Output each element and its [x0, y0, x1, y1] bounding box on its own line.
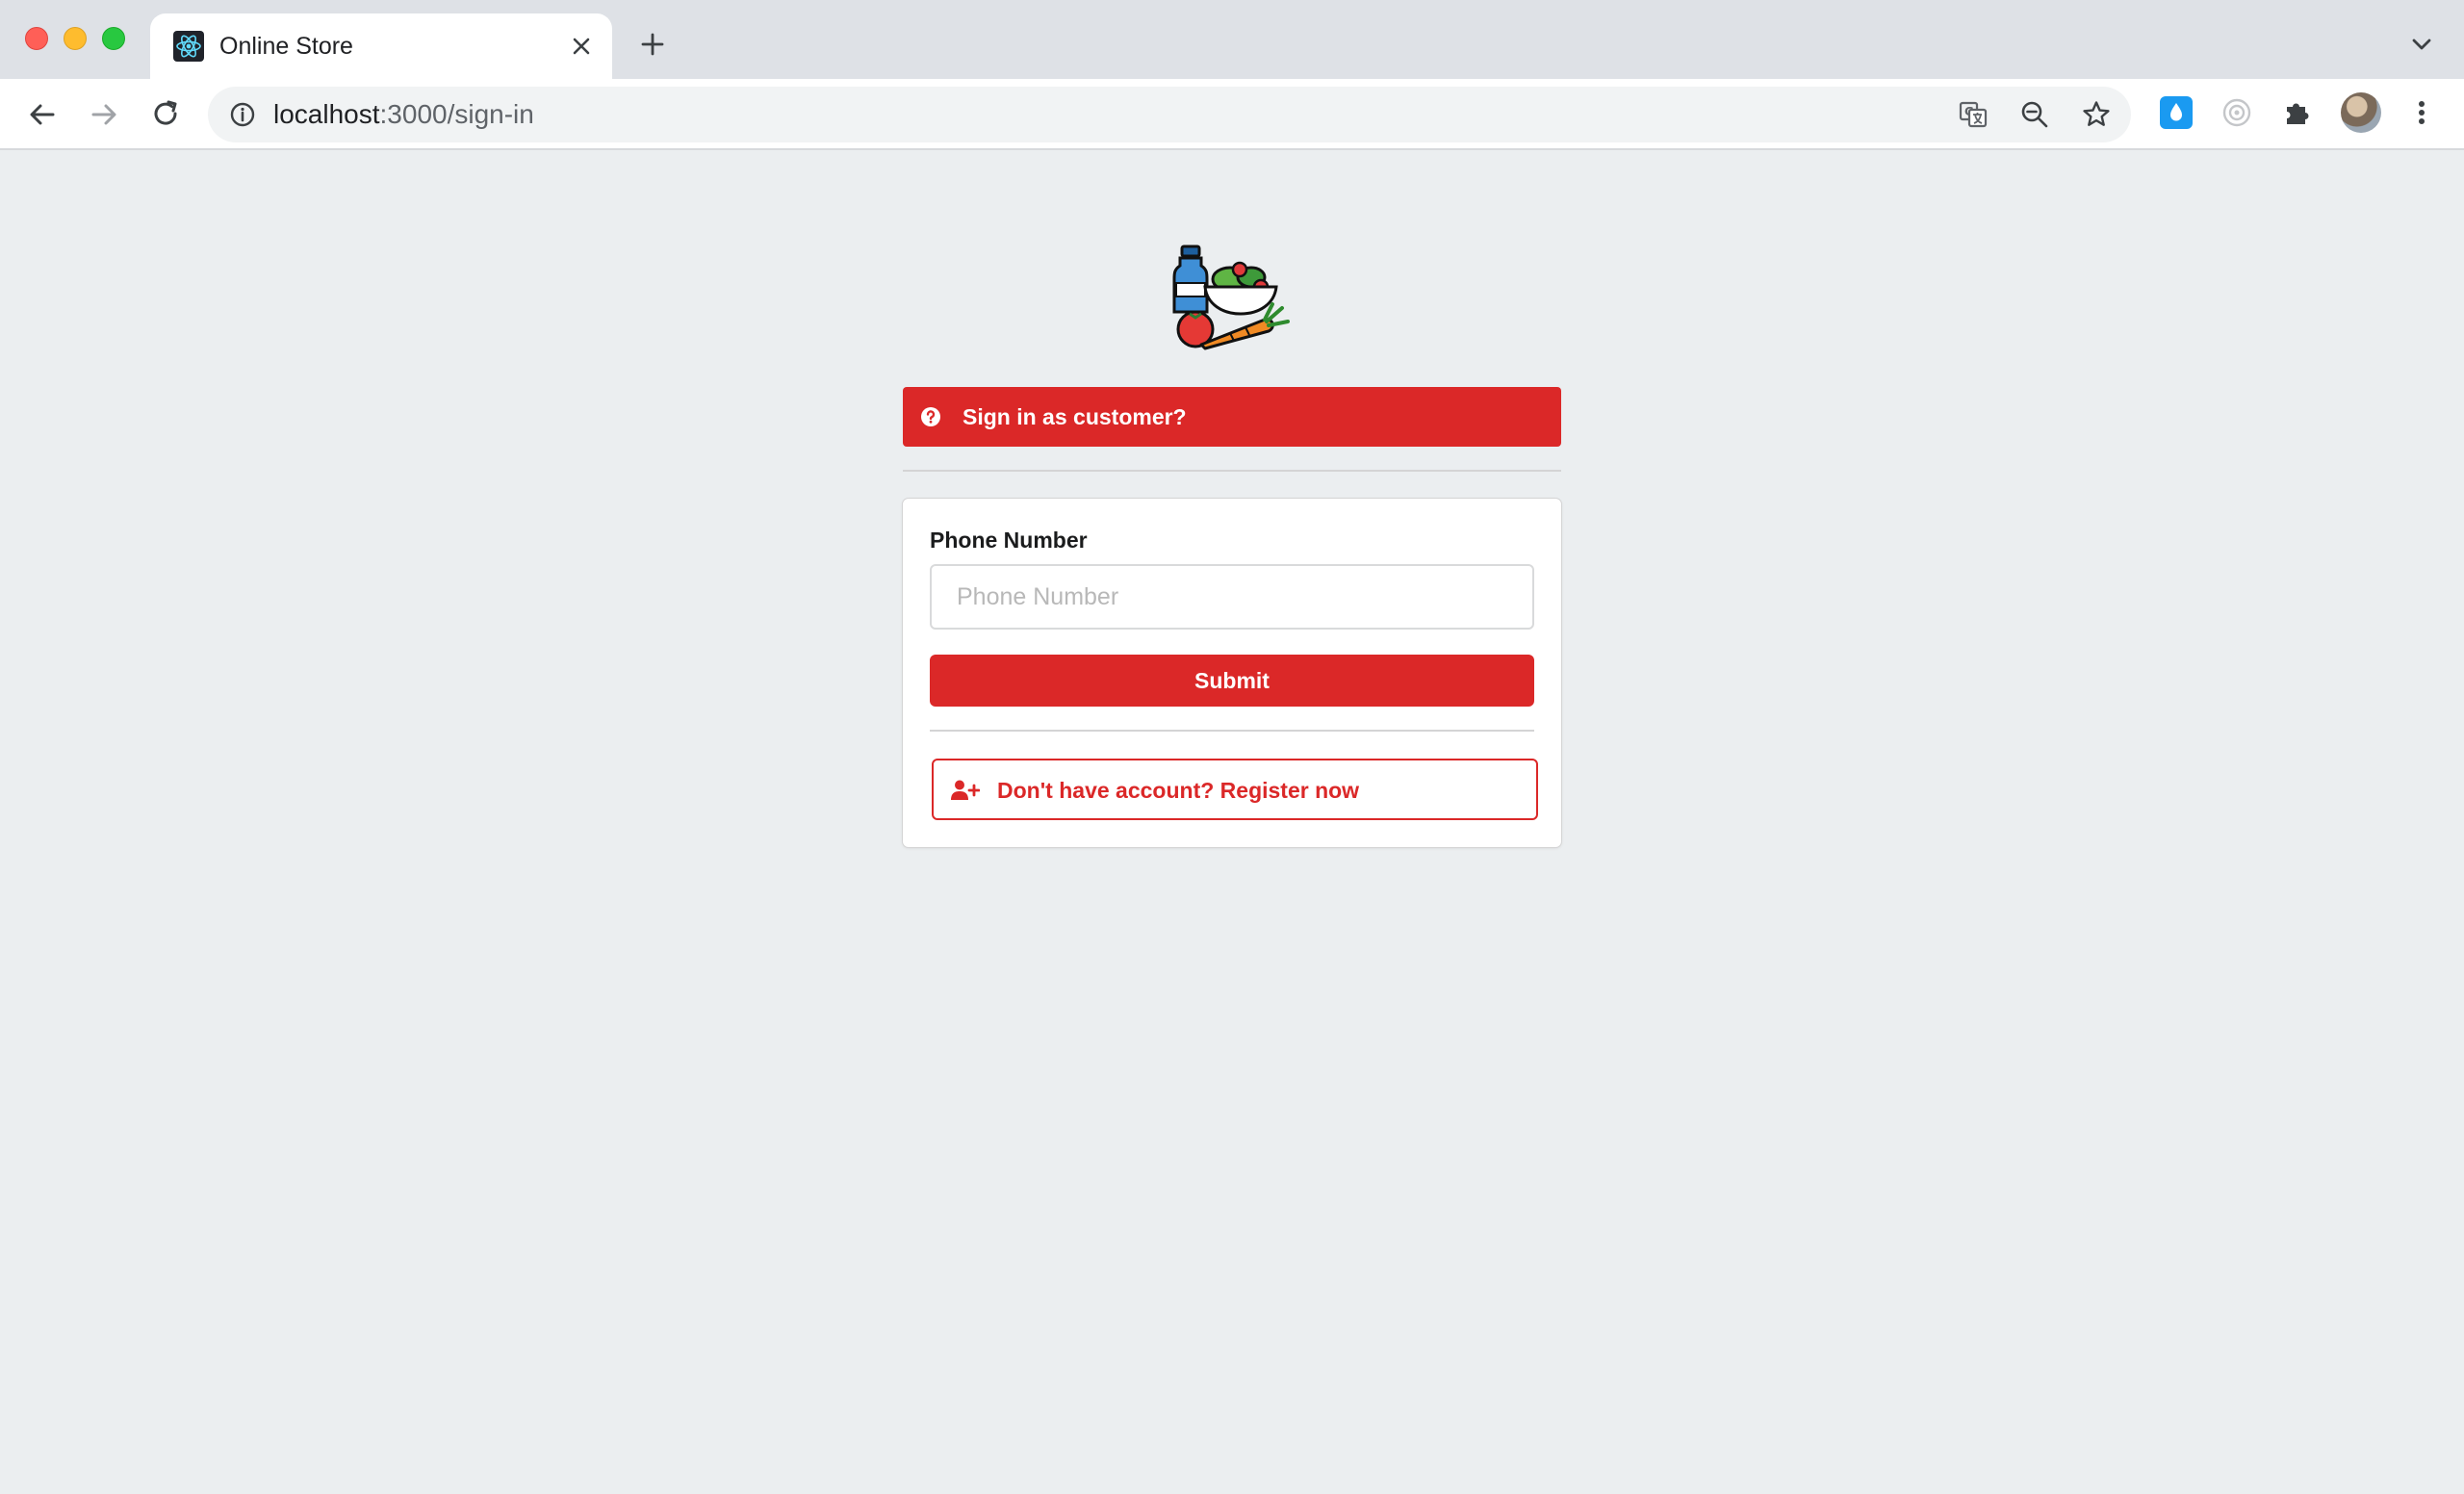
reload-icon[interactable]	[148, 97, 183, 132]
water-drop-icon[interactable]	[2160, 96, 2193, 129]
zoom-out-icon[interactable]	[2019, 99, 2050, 130]
register-now-button[interactable]: Don't have account? Register now	[932, 759, 1538, 820]
divider	[903, 470, 1561, 472]
grocery-logo	[1172, 245, 1290, 350]
phone-number-input[interactable]	[930, 564, 1534, 630]
translate-icon[interactable]: G	[1958, 99, 1989, 130]
user-plus-icon	[951, 780, 981, 801]
divider	[930, 730, 1534, 732]
window-zoom-button[interactable]	[102, 27, 125, 50]
address-bar[interactable]: localhost:3000/sign-in G	[208, 87, 2131, 142]
avatar[interactable]	[2341, 92, 2381, 133]
target-icon[interactable]	[2220, 96, 2253, 129]
question-circle-icon	[920, 406, 941, 427]
more-vertical-icon[interactable]	[2406, 96, 2437, 129]
arrow-right-icon[interactable]	[87, 97, 121, 132]
url-host: localhost	[273, 99, 380, 129]
window-minimize-button[interactable]	[64, 27, 87, 50]
tab-title: Online Store	[219, 33, 353, 60]
submit-button[interactable]: Submit	[930, 655, 1534, 707]
sign-in-as-customer-banner[interactable]: Sign in as customer?	[903, 387, 1561, 447]
banner-text: Sign in as customer?	[962, 404, 1187, 429]
react-icon	[173, 31, 204, 62]
phone-number-label: Phone Number	[930, 528, 1088, 553]
browser-toolbar: localhost:3000/sign-in G	[0, 79, 2464, 150]
register-label: Don't have account? Register now	[997, 778, 1360, 803]
info-icon[interactable]	[229, 101, 256, 128]
close-icon[interactable]	[566, 31, 597, 62]
star-icon[interactable]	[2081, 99, 2112, 130]
browser-tab-bar: Online Store	[0, 0, 2464, 79]
arrow-left-icon[interactable]	[25, 97, 60, 132]
url-text: localhost:3000/sign-in	[273, 100, 534, 129]
puzzle-icon[interactable]	[2281, 96, 2314, 129]
plus-icon[interactable]	[637, 29, 668, 60]
sign-in-form-card: Phone Number Submit Don't have account? …	[903, 499, 1561, 847]
window-close-button[interactable]	[25, 27, 48, 50]
browser-tab-active[interactable]: Online Store	[150, 13, 612, 79]
chevron-down-icon[interactable]	[2406, 29, 2437, 60]
url-path: :3000/sign-in	[379, 99, 534, 129]
